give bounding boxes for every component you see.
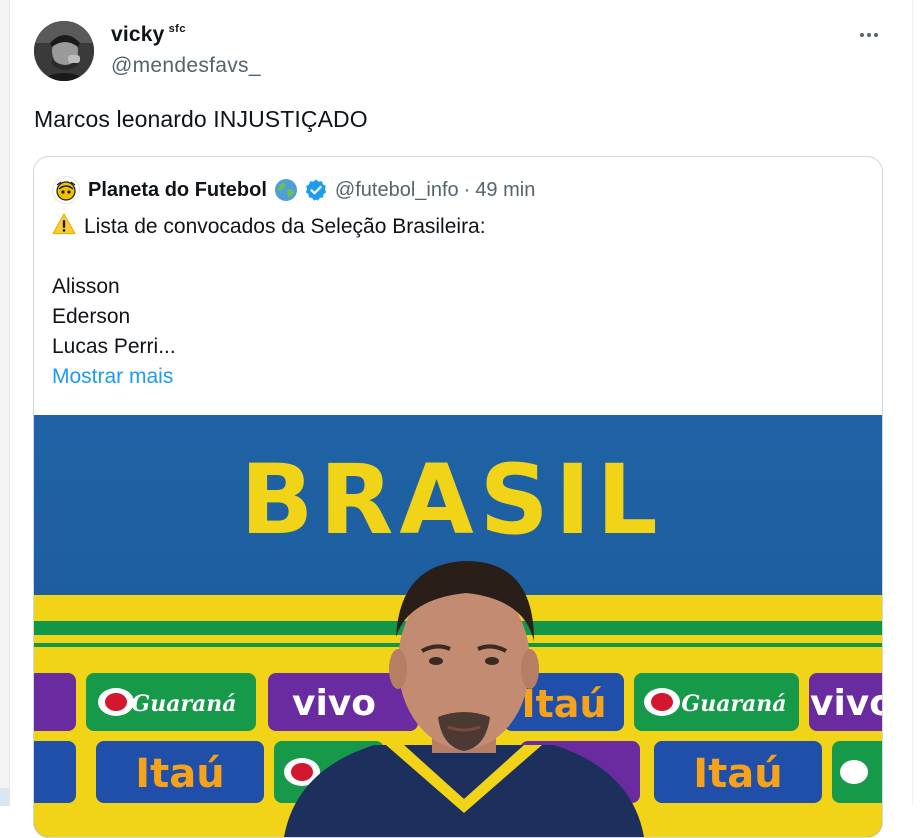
quoted-line-player: Lucas Perri... [52,335,176,358]
scrollbar-track[interactable] [912,0,923,806]
author-name-text[interactable]: vicky [111,23,165,46]
author-handle[interactable]: @mendesfavs_ [111,54,261,78]
author-name-suffix: sfc [168,23,186,35]
warning-icon [52,213,76,234]
avatar-photo [34,21,94,81]
quoted-author-avatar[interactable] [52,176,80,204]
quoted-tweet-header: Planeta do Futebol @futebol_info · 49 mi… [52,176,535,204]
left-panel-edge [0,0,10,806]
globe-icon [274,179,297,201]
quoted-tweet-card[interactable]: Planeta do Futebol @futebol_info · 49 mi… [33,156,883,838]
sponsor-vivo: vivo [810,683,882,724]
avatar[interactable] [34,21,94,81]
quoted-line-blank [52,242,486,272]
dot-separator: · [463,178,471,201]
sponsor-guarana: Guaraná [681,691,786,717]
press-conference-photo: BRASIL Guaraná vivo Itaú Guaraná vivo [34,415,882,837]
sponsor-guarana: Guaraná [131,691,236,717]
more-options-button[interactable] [854,22,884,48]
more-horizontal-icon [860,33,864,37]
verified-badge-icon[interactable] [304,178,328,202]
backdrop-title: BRASIL [240,444,663,556]
tweet-text: Marcos leonardo INJUSTIÇADO [34,106,368,132]
sponsor-itau: Itaú [693,751,782,797]
more-horizontal-icon-dot [874,33,878,37]
quoted-tweet-text: Lista de convocados da Seleção Brasileir… [52,212,486,392]
quoted-line-player: Alisson [52,275,120,298]
quoted-tweet-media[interactable]: BRASIL Guaraná vivo Itaú Guaraná vivo [34,415,882,837]
quoted-line-text: Lista de convocados da Seleção Brasileir… [84,215,486,238]
sponsor-vivo: vivo [292,683,376,724]
quoted-line-player: Ederson [52,305,131,328]
quoted-tweet-time[interactable]: 49 min [475,179,535,202]
quoted-author-handle[interactable]: @futebol_info [335,179,459,202]
sponsor-itau: Itaú [135,751,224,797]
show-more-link[interactable]: Mostrar mais [52,362,173,392]
quoted-line-title: Lista de convocados da Seleção Brasileir… [52,212,486,242]
author-display-name[interactable]: vicky sfc [111,23,186,47]
more-horizontal-icon-dot [867,33,871,37]
quoted-author-name[interactable]: Planeta do Futebol [88,179,267,202]
sponsor-itau: Itaú [522,682,607,726]
left-panel-accent [0,788,9,806]
